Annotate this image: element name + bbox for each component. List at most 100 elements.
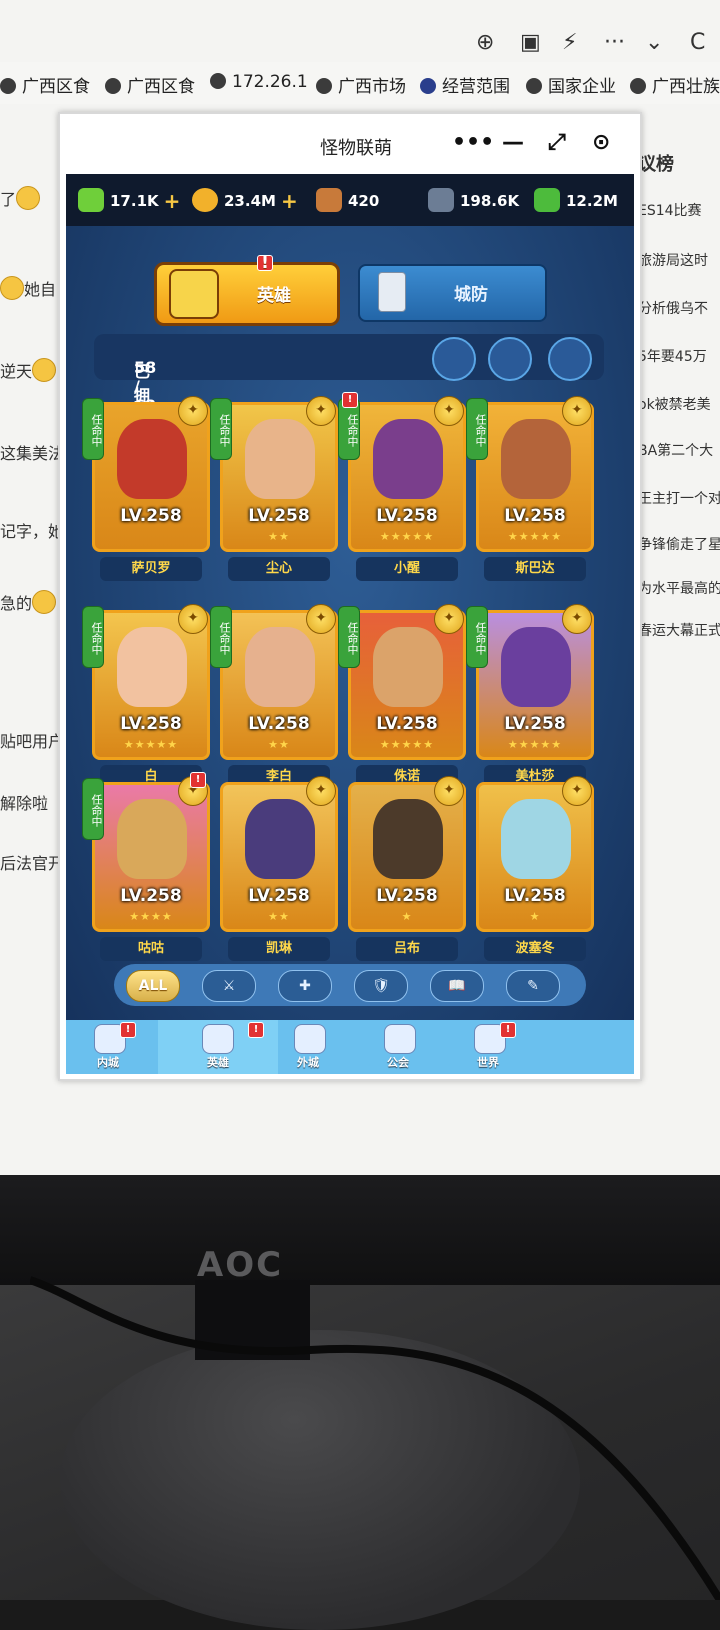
resource-tower[interactable]: 198.6K	[428, 188, 519, 212]
tab-defense[interactable]: 城防	[358, 264, 547, 322]
hero-class-icon: ✦	[178, 604, 208, 634]
appointed-badge: 任命中	[466, 398, 488, 460]
news-item[interactable]: 为水平最高的	[638, 578, 720, 598]
nav-label: 公会	[387, 1056, 409, 1069]
browser-toolbar: ⊕ ▣ ⚡ ··· ⌄ C	[0, 12, 720, 62]
card-pack-icon[interactable]	[432, 337, 476, 381]
hero-stars: ★★	[268, 910, 290, 923]
news-item[interactable]: 旅游局这时	[638, 250, 708, 270]
nav-item-4[interactable]: 世界 !	[446, 1020, 530, 1074]
hero-level: LV.258	[120, 886, 182, 906]
resource-value: 23.4M	[224, 192, 276, 210]
add-gem-button[interactable]: +	[164, 189, 181, 213]
bookmark-item[interactable]: 广西区食	[105, 72, 195, 97]
hero-class-icon: ✦	[562, 776, 592, 806]
hero-avatar	[501, 627, 571, 707]
hero-card[interactable]: LV.258 ★★★★★ 小醒 ✦ 任命中!	[338, 392, 466, 586]
hero-stars: ★★★★★	[507, 530, 563, 543]
refresh-icon[interactable]: C	[690, 30, 705, 55]
news-item[interactable]: ok被禁老美	[638, 394, 711, 414]
hero-card[interactable]: LV.258 ★★ 尘心 ✦ 任命中	[210, 396, 338, 586]
nav-item-0[interactable]: 内城 !	[66, 1020, 150, 1074]
hero-stars: ★★★★	[129, 910, 173, 923]
zoom-icon[interactable]: ⊕	[476, 30, 494, 55]
hero-avatar	[117, 627, 187, 707]
news-item[interactable]: 解除啦	[0, 790, 48, 814]
globe-icon	[0, 78, 16, 94]
news-item[interactable]: 分析俄乌不	[638, 298, 708, 318]
hammer-icon	[316, 188, 342, 212]
appointed-badge: 任命中	[82, 398, 104, 460]
owned-count-bar: 已拥有: 58 / 63	[94, 334, 604, 429]
nav-item-1[interactable]: 英雄 !	[158, 1020, 278, 1074]
resource-value: 198.6K	[460, 192, 520, 210]
hero-card[interactable]: LV.258 ★ 波塞冬 ✦	[476, 776, 594, 966]
screenshot-icon[interactable]: ▣	[520, 30, 541, 55]
cards-collection-icon[interactable]	[548, 337, 592, 381]
news-item[interactable]: 争锋偷走了星	[638, 534, 720, 554]
tab-hero[interactable]: 英雄 !	[154, 255, 340, 326]
bookmark-label: 经营范围	[442, 77, 510, 97]
hero-name: 尘心	[228, 557, 330, 581]
news-item[interactable]: BA第二个大	[638, 440, 713, 460]
filter-warrior-button[interactable]: ⚔	[202, 970, 256, 1002]
news-item[interactable]: 王主打一个对	[638, 488, 720, 508]
hero-card[interactable]: LV.258 萨贝罗 ✦ 任命中	[82, 396, 210, 586]
close-button[interactable]: ⊙	[592, 130, 610, 155]
filter-mage-button[interactable]: 📖	[430, 970, 484, 1002]
resource-emerald[interactable]: 12.2M	[534, 188, 618, 212]
resource-gem[interactable]: 17.1K +	[78, 188, 180, 213]
minimize-button[interactable]: —	[502, 130, 524, 155]
hero-card[interactable]: LV.258 ★★★★ 咕咕 ✦ 任命中!	[82, 772, 210, 966]
resource-hammer[interactable]: 420	[316, 188, 379, 212]
bookmark-item[interactable]: 广西壮族	[630, 72, 720, 97]
maximize-button[interactable]: ⤢	[548, 130, 566, 155]
hero-card[interactable]: LV.258 ★★ 凯琳 ✦	[220, 776, 338, 966]
nav-item-3[interactable]: 公会	[356, 1020, 440, 1074]
globe-icon	[630, 78, 646, 94]
filter-all-button[interactable]: ALL	[126, 970, 180, 1002]
bookmark-item[interactable]: 广西区食	[0, 72, 90, 97]
monitor-bezel	[0, 1175, 720, 1285]
hero-card[interactable]: LV.258 ★★★★★ 侏诺 ✦ 任命中	[338, 604, 466, 794]
filter-tank-button[interactable]: 🛡	[354, 970, 408, 1002]
globe-icon	[420, 78, 436, 94]
hero-class-icon: ✦	[178, 396, 208, 426]
bookmark-item[interactable]: 172.26.1	[210, 72, 308, 92]
more-options-button[interactable]: •••	[452, 130, 494, 155]
news-item[interactable]: 春运大幕正式	[638, 620, 720, 640]
hero-avatar	[501, 799, 571, 879]
notification-badge: !	[257, 255, 273, 272]
bookmark-item[interactable]: 国家企业	[526, 72, 616, 97]
news-item[interactable]: 急的	[0, 590, 57, 614]
news-item[interactable]: 逆天	[0, 358, 57, 382]
pig-shop-icon[interactable]	[488, 337, 532, 381]
hero-stars: ★	[401, 910, 413, 923]
hero-card[interactable]: LV.258 ★ 吕布 ✦	[348, 776, 466, 966]
hero-stars: ★★★★★	[507, 738, 563, 751]
hero-class-icon: ✦	[434, 776, 464, 806]
filter-support-button[interactable]: ✎	[506, 970, 560, 1002]
bookmark-item[interactable]: 经营范围	[420, 72, 510, 97]
nav-item-2[interactable]: 外城	[266, 1020, 350, 1074]
bookmark-item[interactable]: 广西市场	[316, 72, 406, 97]
chevron-down-icon[interactable]: ⌄	[645, 30, 663, 55]
gold-coin-icon	[192, 188, 218, 212]
bookmarks-bar: 广西区食 广西区食 172.26.1 广西市场 经营范围 国家企业 广西壮族	[0, 62, 720, 104]
news-item[interactable]: 5年要45万	[638, 346, 707, 366]
add-gold-button[interactable]: +	[281, 189, 298, 213]
hero-card[interactable]: LV.258 ★★ 李白 ✦ 任命中	[210, 604, 338, 794]
lightning-icon[interactable]: ⚡	[562, 30, 577, 55]
hero-card[interactable]: LV.258 ★★★★★ 美杜莎 ✦ 任命中	[466, 604, 594, 794]
resource-bar: 17.1K + 23.4M + 420 198.6K 12.2M	[66, 174, 634, 226]
hero-card[interactable]: LV.258 ★★★★★ 白 ✦ 任命中	[82, 604, 210, 794]
hero-card[interactable]: LV.258 ★★★★★ 斯巴达 ✦ 任命中	[466, 396, 594, 586]
news-item[interactable]: ES14比赛	[638, 200, 702, 220]
filter-ranger-button[interactable]: ✚	[278, 970, 332, 1002]
news-item[interactable]: 这集美法	[0, 440, 64, 464]
more-icon[interactable]: ···	[604, 30, 625, 55]
news-item[interactable]: 了	[0, 186, 41, 210]
resource-gold[interactable]: 23.4M +	[192, 188, 298, 213]
hero-helmet-icon	[202, 1024, 234, 1054]
resource-value: 17.1K	[110, 192, 159, 210]
